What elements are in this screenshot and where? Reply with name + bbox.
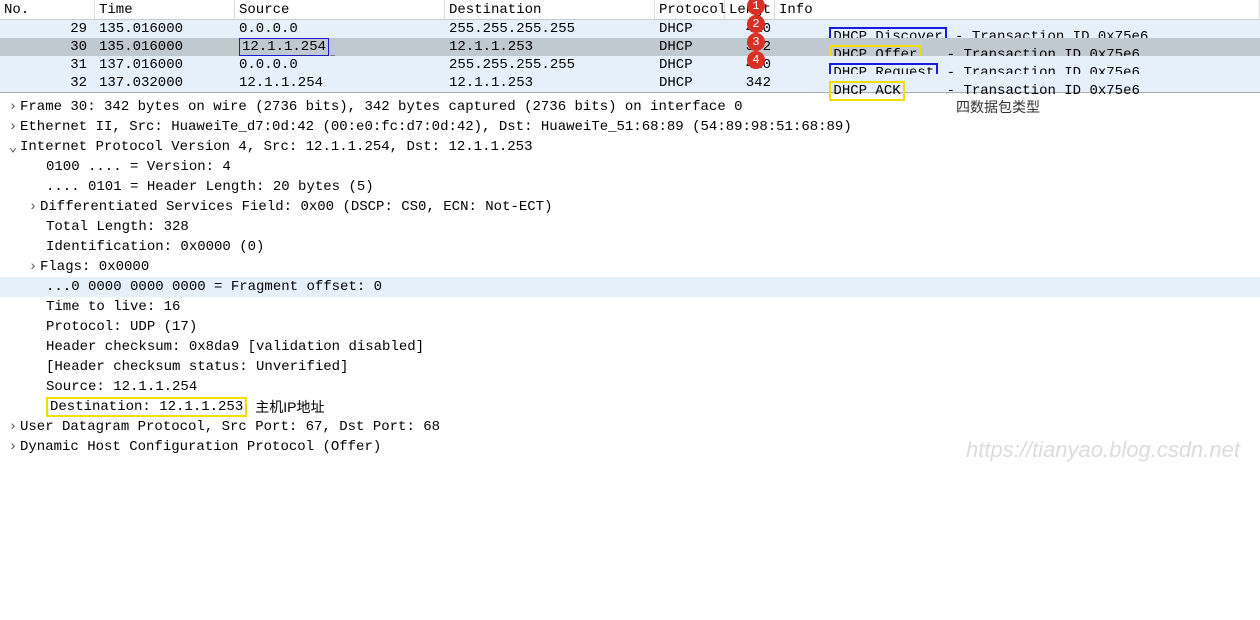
col-header-destination[interactable]: Destination: [445, 0, 655, 19]
tree-text: Identification: 0x0000 (0): [46, 239, 264, 255]
tree-item-ip[interactable]: ⌄ Internet Protocol Version 4, Src: 12.1…: [0, 137, 1260, 157]
tree-item-ip-field[interactable]: Time to live: 16: [0, 297, 1260, 317]
tree-text: Protocol: UDP (17): [46, 319, 197, 335]
annotation-badge: 4: [747, 51, 765, 69]
cell-proto: DHCP: [655, 21, 725, 37]
tree-item-ip-field[interactable]: ...0 0000 0000 0000 = Fragment offset: 0: [0, 277, 1260, 297]
tree-text: 0100 .... = Version: 4: [46, 159, 231, 175]
annotation-label: 四数据包类型: [956, 97, 1040, 117]
packet-details-pane[interactable]: 四数据包类型 › Frame 30: 342 bytes on wire (27…: [0, 93, 1260, 469]
tree-item-udp[interactable]: › User Datagram Protocol, Src Port: 67, …: [0, 417, 1260, 437]
tree-text: Dynamic Host Configuration Protocol (Off…: [20, 439, 381, 455]
tree-text: Internet Protocol Version 4, Src: 12.1.1…: [20, 139, 532, 155]
cell-time: 135.016000: [95, 39, 235, 55]
col-header-time[interactable]: Time: [95, 0, 235, 19]
tree-text: .... 0101 = Header Length: 20 bytes (5): [46, 179, 374, 195]
expand-icon[interactable]: ›: [6, 99, 20, 115]
expand-icon[interactable]: ›: [26, 199, 40, 215]
tree-text: ...0 0000 0000 0000 = Fragment offset: 0: [46, 279, 382, 295]
collapse-icon[interactable]: ⌄: [6, 139, 20, 156]
cell-dest: 255.255.255.255: [445, 21, 655, 37]
tree-text: Header checksum: 0x8da9 [validation disa…: [46, 339, 424, 355]
tree-text: Ethernet II, Src: HuaweiTe_d7:0d:42 (00:…: [20, 119, 852, 135]
tree-text: Differentiated Services Field: 0x00 (DSC…: [40, 199, 552, 215]
cell-time: 137.032000: [95, 75, 235, 91]
cell-proto: DHCP: [655, 75, 725, 91]
annotation-label: 主机IP地址: [255, 397, 324, 417]
cell-no: 32: [0, 75, 95, 91]
tree-text: Frame 30: 342 bytes on wire (2736 bits),…: [20, 99, 743, 115]
cell-dest: 12.1.1.253: [445, 75, 655, 91]
tree-text: Time to live: 16: [46, 299, 180, 315]
cell-time: 135.016000: [95, 21, 235, 37]
watermark-text: https://tianyao.blog.csdn.net: [966, 437, 1240, 463]
cell-dest: 12.1.1.253: [445, 39, 655, 55]
cell-source: 0.0.0.0: [235, 57, 445, 73]
tree-item-ethernet[interactable]: › Ethernet II, Src: HuaweiTe_d7:0d:42 (0…: [0, 117, 1260, 137]
cell-source: 0.0.0.0: [235, 21, 445, 37]
tree-item-ip-destination[interactable]: Destination: 12.1.1.253 主机IP地址: [0, 397, 1260, 417]
tree-text: User Datagram Protocol, Src Port: 67, Ds…: [20, 419, 440, 435]
tree-text: Flags: 0x0000: [40, 259, 149, 275]
tree-item-ip-field[interactable]: .... 0101 = Header Length: 20 bytes (5): [0, 177, 1260, 197]
expand-icon[interactable]: ›: [26, 259, 40, 275]
tree-item-ip-field[interactable]: 0100 .... = Version: 4: [0, 157, 1260, 177]
highlight-box: Destination: 12.1.1.253: [46, 397, 247, 417]
cell-proto: DHCP: [655, 57, 725, 73]
cell-no: 30: [0, 39, 95, 55]
cell-no: 31: [0, 57, 95, 73]
tree-item-ip-field[interactable]: [Header checksum status: Unverified]: [0, 357, 1260, 377]
cell-source: 12.1.1.254: [235, 75, 445, 91]
tree-item-ip-field[interactable]: Header checksum: 0x8da9 [validation disa…: [0, 337, 1260, 357]
tree-item-ip-field[interactable]: ›Flags: 0x0000: [0, 257, 1260, 277]
packet-row[interactable]: 32 137.032000 12.1.1.254 12.1.1.253 DHCP…: [0, 74, 1260, 92]
col-header-protocol[interactable]: Protocol: [655, 0, 725, 19]
tree-text: [Header checksum status: Unverified]: [46, 359, 348, 375]
tree-text: Source: 12.1.1.254: [46, 379, 197, 395]
col-header-no[interactable]: No.: [0, 0, 95, 19]
cell-proto: DHCP: [655, 39, 725, 55]
tree-item-ip-field[interactable]: Source: 12.1.1.254: [0, 377, 1260, 397]
annotation-badge: 3: [747, 33, 765, 51]
tree-item-ip-field[interactable]: Identification: 0x0000 (0): [0, 237, 1260, 257]
packet-list-pane[interactable]: No. Time Source Destination Protocol Len…: [0, 0, 1260, 93]
annotation-badge: 2: [747, 15, 765, 33]
cell-no: 29: [0, 21, 95, 37]
cell-dest: 255.255.255.255: [445, 57, 655, 73]
cell-time: 137.016000: [95, 57, 235, 73]
expand-icon[interactable]: ›: [6, 439, 20, 455]
expand-icon[interactable]: ›: [6, 119, 20, 135]
tree-text: Total Length: 328: [46, 219, 189, 235]
expand-icon[interactable]: ›: [6, 419, 20, 435]
tree-item-ip-field[interactable]: Protocol: UDP (17): [0, 317, 1260, 337]
cell-len: 342: [725, 75, 775, 91]
col-header-source[interactable]: Source: [235, 0, 445, 19]
tree-item-ip-field[interactable]: ›Differentiated Services Field: 0x00 (DS…: [0, 197, 1260, 217]
tree-item-frame[interactable]: › Frame 30: 342 bytes on wire (2736 bits…: [0, 97, 1260, 117]
tree-item-ip-field[interactable]: Total Length: 328: [0, 217, 1260, 237]
